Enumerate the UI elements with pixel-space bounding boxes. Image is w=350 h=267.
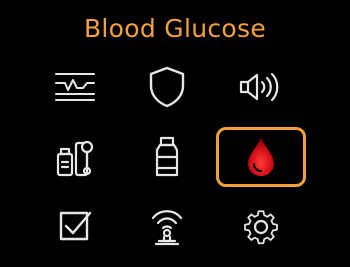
gear-icon (244, 210, 278, 245)
menu-grid (0, 0, 350, 267)
menu-item-settings[interactable] (216, 196, 306, 256)
speaker-volume-icon (239, 72, 279, 102)
blood-drop-icon (248, 138, 274, 176)
menu-item-blood-glucose[interactable] (216, 127, 306, 187)
medication-kit-icon (56, 140, 94, 177)
menu-item-medicine[interactable] (122, 127, 212, 187)
wireless-sensor-icon (151, 210, 183, 246)
menu-item-security[interactable] (122, 57, 212, 117)
menu-item-sensor[interactable] (122, 196, 212, 256)
checkbox-checked-icon (59, 211, 92, 241)
menu-item-medication-kit[interactable] (30, 127, 120, 187)
menu-item-ecg[interactable] (30, 57, 120, 117)
medicine-bottle-icon (155, 136, 179, 177)
ecg-waveform-icon (55, 73, 95, 101)
shield-icon (149, 66, 185, 108)
menu-item-sound[interactable] (216, 57, 306, 117)
menu-item-tasks[interactable] (30, 196, 120, 256)
